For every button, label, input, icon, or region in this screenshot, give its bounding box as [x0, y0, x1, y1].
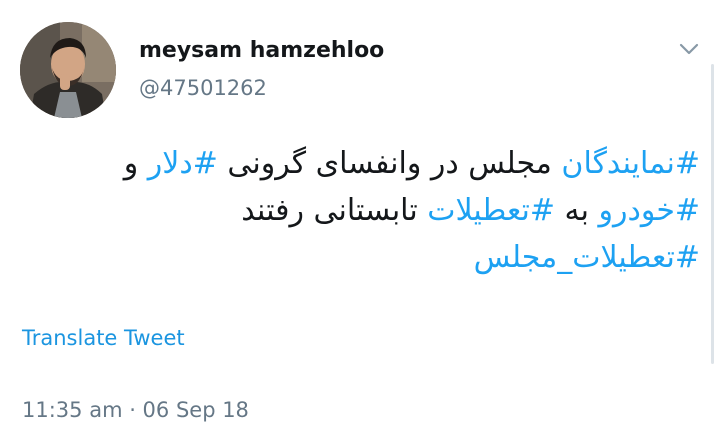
avatar-photo — [20, 22, 116, 118]
tweet-text-segment: مجلس در وانفسای گرونی — [217, 146, 562, 181]
tweet-text-line: #تعطیلات_مجلس — [20, 234, 700, 281]
tweet-text-line: #خودرو به #تعطیلات تابستانی رفتند — [20, 187, 700, 234]
author-handle[interactable]: @47501262 — [139, 76, 267, 100]
tweet-menu-button[interactable] — [676, 38, 702, 60]
chevron-down-icon — [679, 43, 699, 55]
hashtag-link[interactable]: #نمایندگان — [561, 146, 700, 181]
hashtag-link[interactable]: #خودرو — [598, 193, 700, 228]
tweet-text: #نمایندگان مجلس در وانفسای گرونی #دلار و… — [20, 140, 700, 281]
tweet-detail-screen: { "author": { "display_name": "meysam ha… — [0, 0, 720, 434]
hashtag-link[interactable]: #تعطیلات — [427, 193, 555, 228]
avatar[interactable] — [20, 22, 116, 118]
tweet-text-line: #نمایندگان مجلس در وانفسای گرونی #دلار و — [20, 140, 700, 187]
translate-tweet-link[interactable]: Translate Tweet — [22, 326, 185, 350]
hashtag-link[interactable]: #دلار — [148, 146, 218, 181]
author-display-name[interactable]: meysam hamzehloo — [139, 38, 384, 63]
hashtag-link[interactable]: #تعطیلات_مجلس — [474, 240, 700, 275]
tweet-text-segment: و — [123, 146, 148, 181]
tweet-timestamp: 11:35 am · 06 Sep 18 — [22, 398, 249, 422]
tweet-text-segment: به — [554, 193, 599, 228]
scrollbar-thumb[interactable] — [711, 64, 714, 364]
tweet-text-segment: تابستانی رفتند — [241, 193, 428, 228]
